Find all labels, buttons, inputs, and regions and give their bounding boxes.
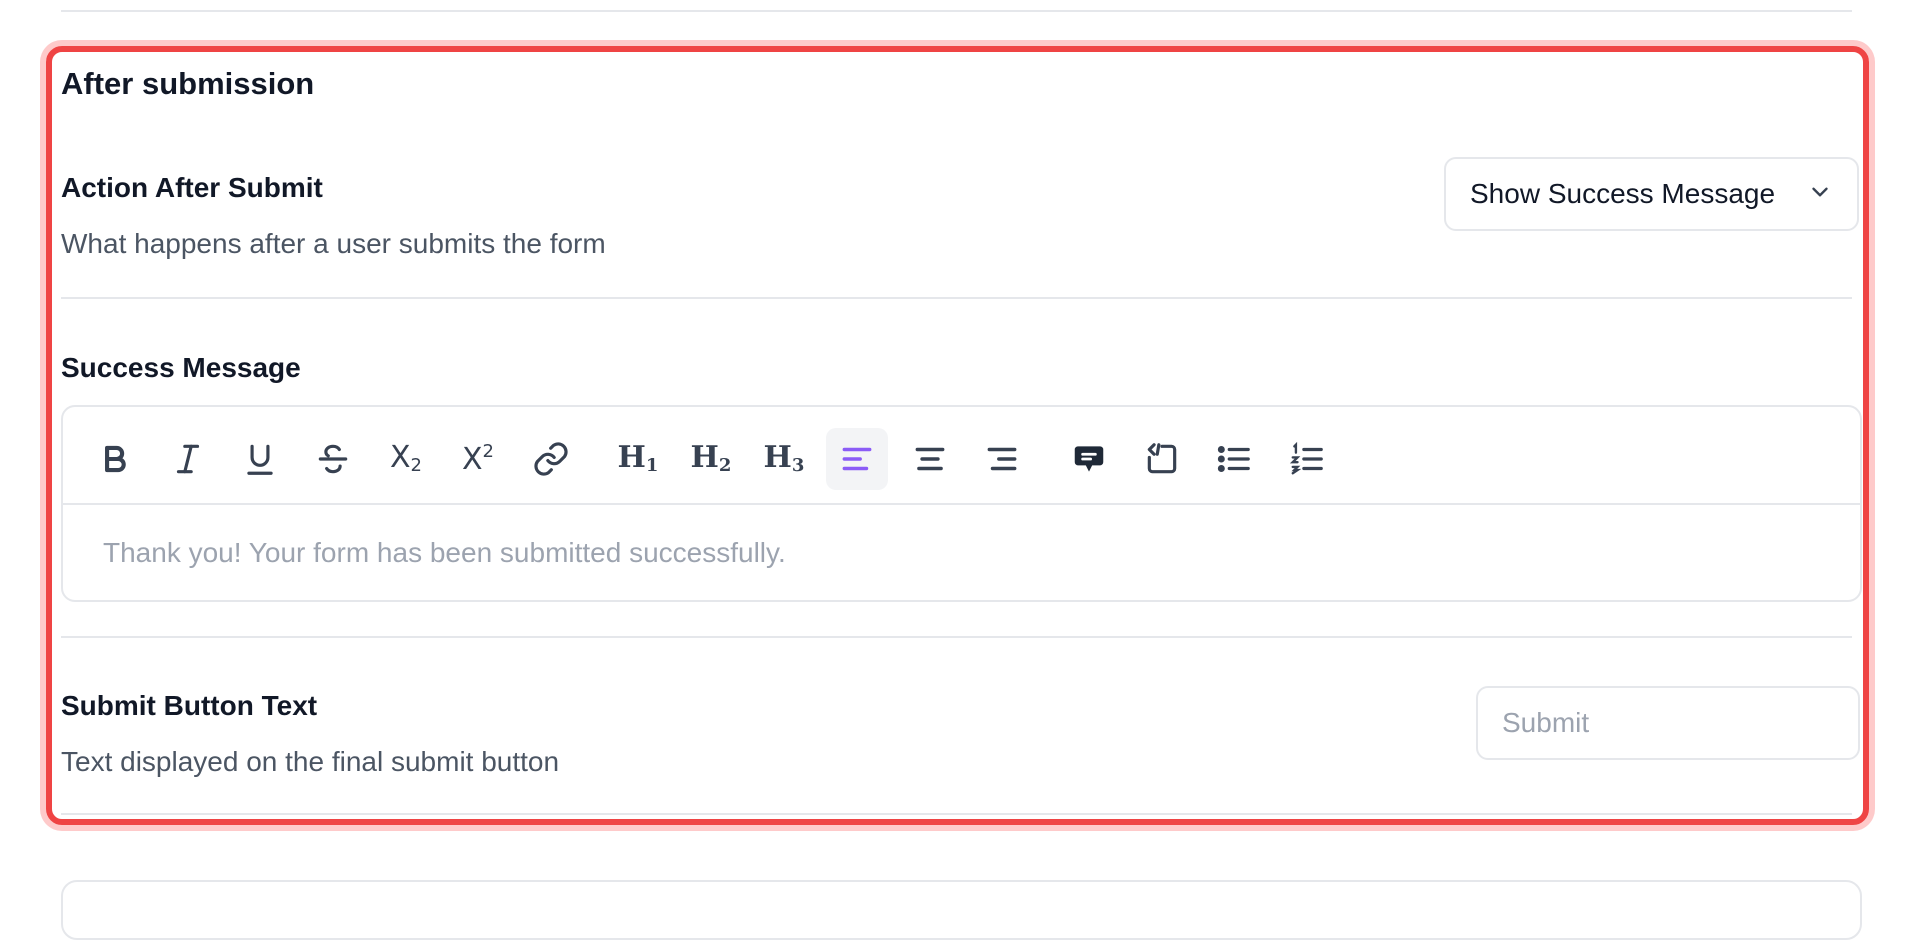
heading-1-icon: H1	[617, 440, 659, 476]
heading-2-button[interactable]: H2	[680, 428, 742, 490]
comment-icon	[1074, 446, 1104, 472]
underline-icon	[247, 444, 273, 475]
align-right-button[interactable]	[971, 428, 1033, 490]
select-value: Show Success Message	[1470, 178, 1776, 209]
strikethrough-icon	[318, 444, 348, 474]
submit-button-text-description: Text displayed on the final submit butto…	[61, 746, 560, 777]
row-divider	[61, 297, 1852, 299]
bullet-list-icon	[1217, 446, 1250, 472]
link-icon	[534, 442, 568, 476]
row-divider	[61, 813, 1852, 815]
bold-button[interactable]	[84, 428, 146, 490]
align-left-button[interactable]	[826, 428, 888, 490]
superscript-button[interactable]: X2	[447, 428, 509, 490]
chevron-down-icon	[1807, 179, 1833, 210]
action-after-submit-label: Action After Submit	[61, 172, 323, 203]
editor-content-placeholder[interactable]: Thank you! Your form has been submitted …	[103, 537, 786, 569]
editor-toolbar: X2 X2 H1 H2 H3	[63, 407, 1860, 505]
next-section-card	[61, 880, 1862, 940]
code-block-button[interactable]	[1131, 428, 1193, 490]
code-block-icon	[1147, 443, 1177, 474]
bold-icon	[105, 445, 126, 473]
italic-icon	[176, 444, 200, 474]
action-after-submit-description: What happens after a user submits the fo…	[61, 228, 606, 259]
comment-button[interactable]	[1058, 428, 1120, 490]
heading-3-button[interactable]: H3	[753, 428, 815, 490]
numbered-list-icon	[1289, 441, 1323, 475]
heading-3-icon: H3	[763, 440, 805, 476]
link-button[interactable]	[520, 428, 582, 490]
top-divider	[61, 10, 1852, 12]
subscript-icon: X2	[389, 440, 422, 476]
row-divider	[61, 636, 1852, 638]
subscript-button[interactable]: X2	[375, 428, 437, 490]
superscript-icon: X2	[461, 441, 494, 477]
section-title: After submission	[61, 66, 315, 101]
align-center-button[interactable]	[899, 428, 961, 490]
success-message-label: Success Message	[61, 352, 301, 383]
align-left-icon	[842, 447, 872, 471]
submit-button-text-label: Submit Button Text	[61, 690, 318, 721]
align-right-icon	[987, 447, 1017, 471]
bullet-list-button[interactable]	[1203, 428, 1265, 490]
action-after-submit-select[interactable]: Show Success Message	[1444, 157, 1859, 231]
numbered-list-button[interactable]	[1276, 428, 1338, 490]
heading-2-icon: H2	[690, 440, 732, 476]
strikethrough-button[interactable]	[302, 428, 364, 490]
italic-button[interactable]	[157, 428, 219, 490]
submit-button-text-input[interactable]	[1476, 686, 1860, 760]
underline-button[interactable]	[229, 428, 291, 490]
rich-text-editor: X2 X2 H1 H2 H3 Thank you! Your form has …	[61, 405, 1862, 602]
heading-1-button[interactable]: H1	[607, 428, 669, 490]
align-center-icon	[915, 447, 945, 471]
